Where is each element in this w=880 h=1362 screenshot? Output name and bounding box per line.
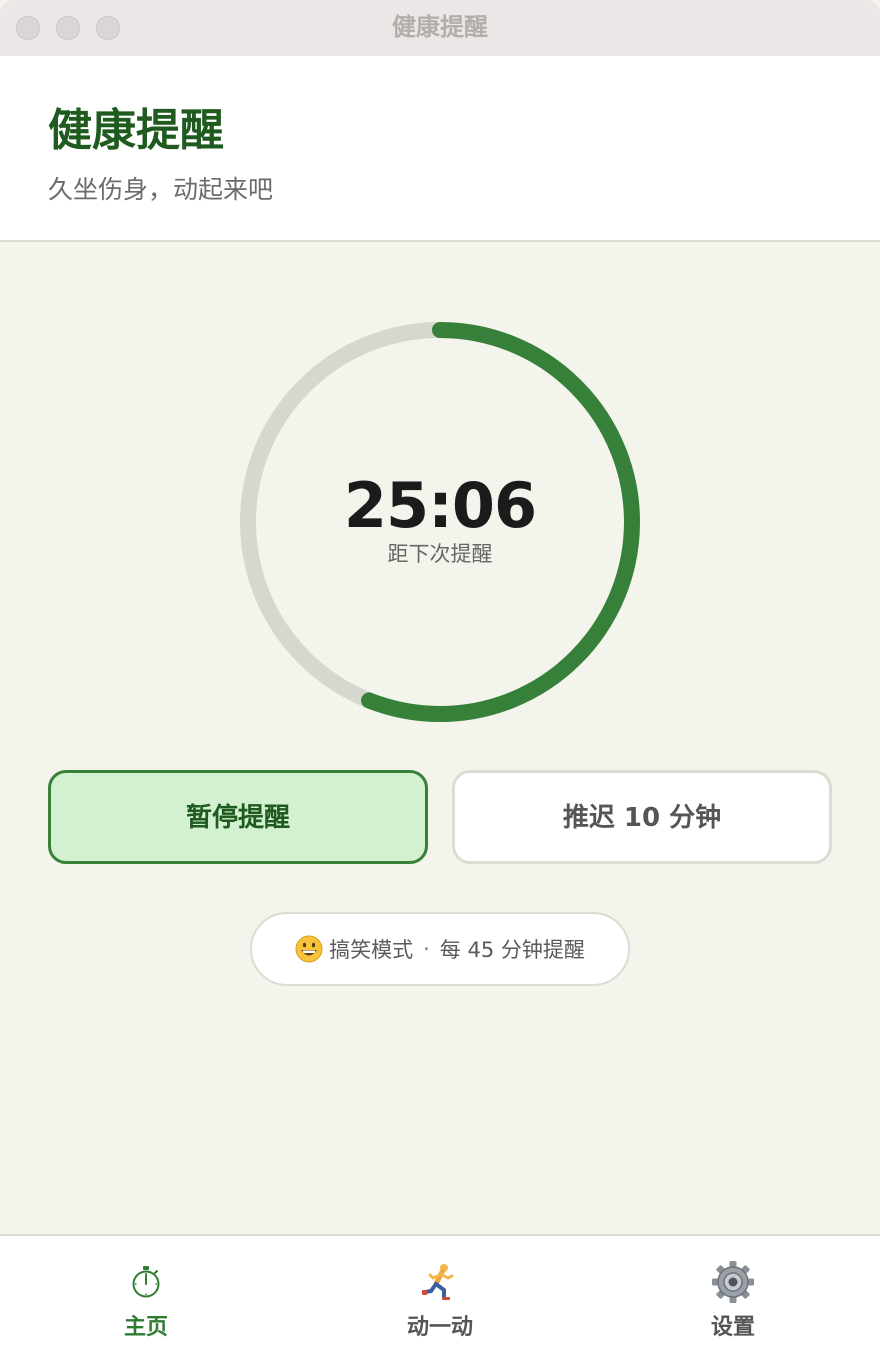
bottom-tab-bar: 主页 动一动 设置 [0,1234,880,1362]
gear-icon [711,1260,755,1304]
grinning-face-icon [295,935,323,963]
mode-name: 搞笑模式 [329,938,414,962]
tab-settings[interactable]: 设置 [633,1254,833,1354]
app-window: 健康提醒 健康提醒 久坐伤身，动起来吧 25:06 距下次提醒 暂停提醒 推迟 … [0,0,880,1362]
page-title: 健康提醒 [48,105,224,156]
stopwatch-icon [124,1260,168,1304]
snooze-button[interactable]: 推迟 10 分钟 [452,770,832,864]
page-subtitle: 久坐伤身，动起来吧 [48,175,274,204]
running-person-icon [418,1260,462,1304]
mode-separator: · [423,937,430,961]
tab-home[interactable]: 主页 [46,1254,246,1354]
tab-exercise-label: 动一动 [406,1315,473,1340]
title-bar[interactable]: 健康提醒 [0,0,880,56]
tab-exercise[interactable]: 动一动 [340,1254,540,1354]
time-caption: 距下次提醒 [387,542,493,566]
pause-reminder-button[interactable]: 暂停提醒 [48,770,428,864]
page-header: 健康提醒 久坐伤身，动起来吧 [0,56,880,242]
time-remaining: 25:06 [343,469,537,542]
countdown-ring: 25:06 距下次提醒 [240,322,640,722]
mode-badge[interactable]: 搞笑模式 · 每 45 分钟提醒 [250,912,630,986]
tab-settings-label: 设置 [710,1315,755,1340]
mode-interval: 每 45 分钟提醒 [439,938,585,962]
tab-home-label: 主页 [123,1315,168,1340]
window-title: 健康提醒 [392,13,488,41]
